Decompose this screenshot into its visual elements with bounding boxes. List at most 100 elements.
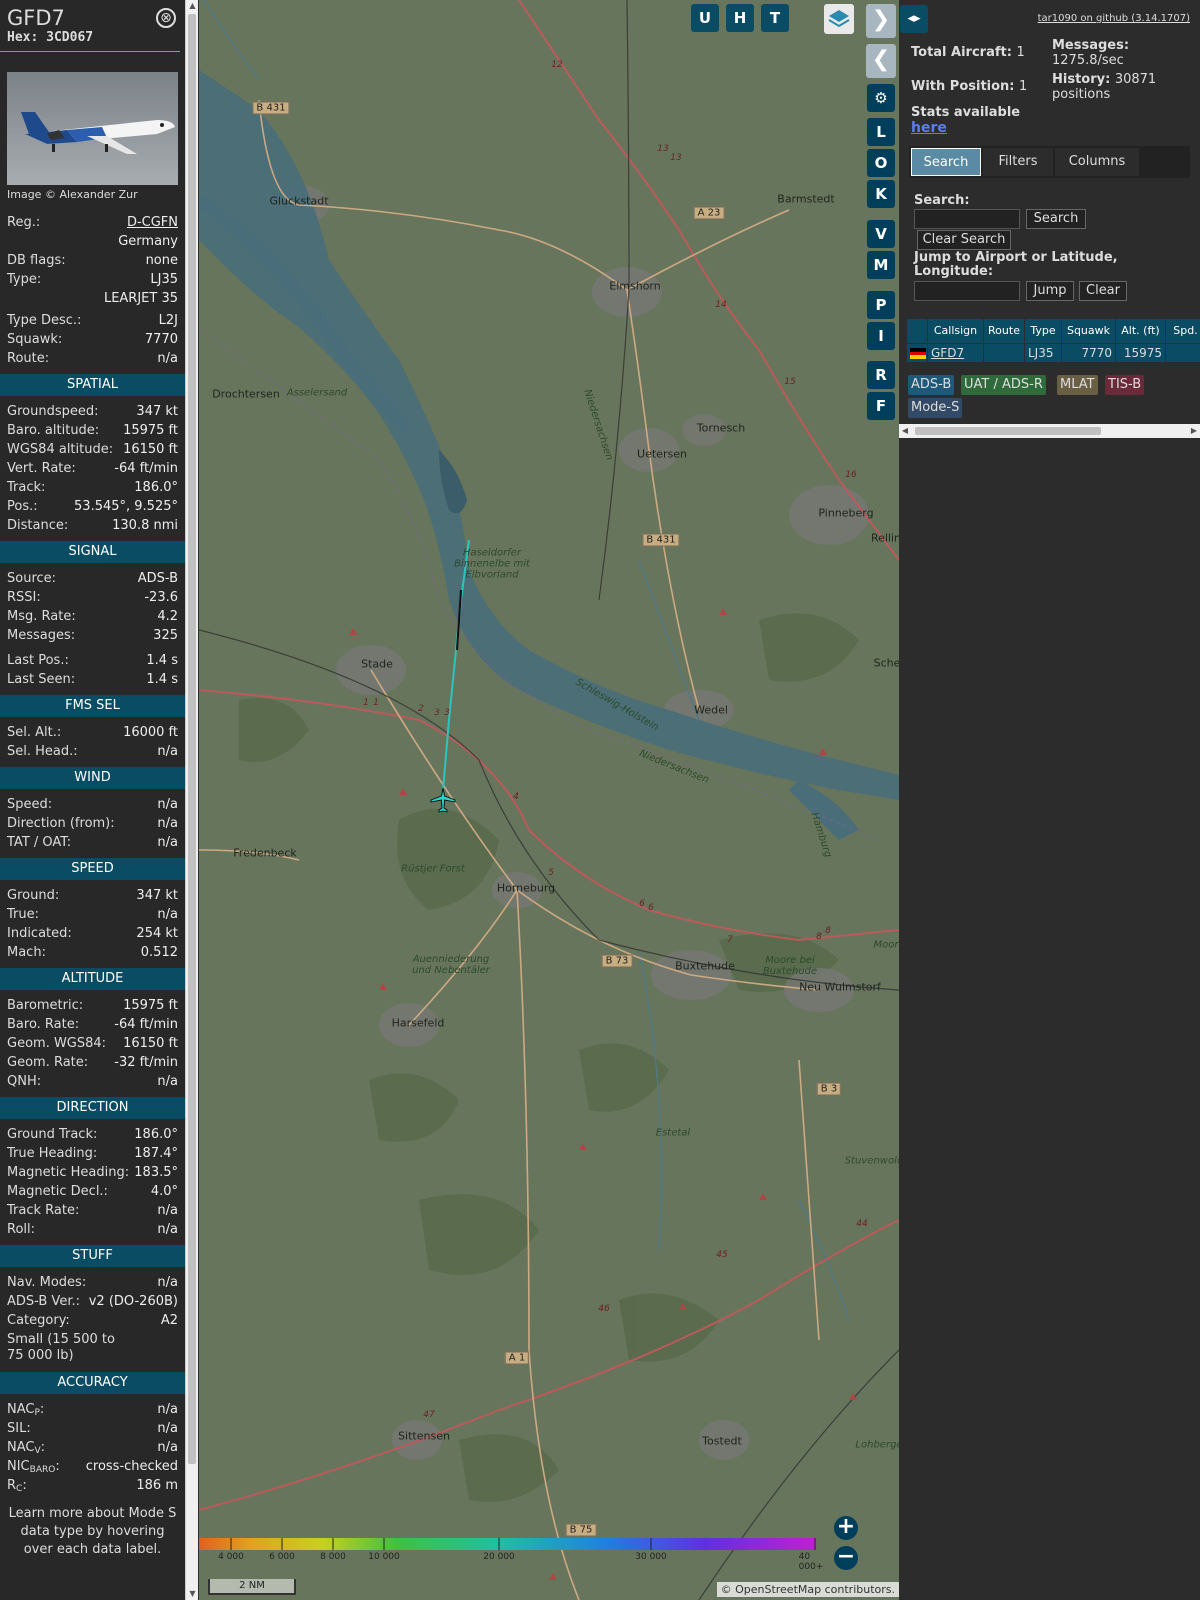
map-button-i[interactable]: I	[867, 322, 895, 350]
table-horizontal-scrollbar[interactable]: ◀ ▶	[899, 424, 1200, 438]
legend-modes[interactable]: Mode-S	[908, 398, 963, 418]
legend-mlat[interactable]: MLAT	[1057, 375, 1098, 395]
registration-link[interactable]: D-CGFN	[127, 213, 178, 232]
tab-bar: Search Filters Columns	[909, 146, 1190, 178]
map-button-u[interactable]: U	[691, 4, 719, 32]
map-button-m[interactable]: M	[867, 251, 895, 279]
scroll-right-icon[interactable]: ▶	[1188, 424, 1200, 438]
spatial-row: WGS84 altitude: 16150 ft	[0, 440, 185, 459]
map-km-marker: 44	[856, 1219, 868, 1229]
map-button-r[interactable]: R	[867, 361, 895, 389]
search-button[interactable]: Search	[1026, 209, 1086, 229]
direction-rows: Ground Track: 186.0° True Heading: 187.4° Ma…	[0, 1125, 185, 1239]
spatial-value: 53.545°, 9.525°	[74, 499, 178, 514]
map-view[interactable]: Gluckstadt Barmstedt Elmshorn Drochtersen As…	[199, 0, 899, 1600]
map-km-marker: 12	[551, 60, 563, 70]
map-button-v[interactable]: V	[867, 220, 895, 248]
legend-adsb[interactable]: ADS-B	[908, 375, 955, 395]
gear-icon: ⚙	[874, 89, 888, 107]
map-button-l[interactable]: L	[867, 118, 895, 146]
nacp-row: NACP: n/a	[0, 1400, 185, 1419]
col-callsign[interactable]: Callsign	[928, 319, 984, 343]
scroll-down-icon[interactable]: ▼	[186, 1588, 199, 1600]
spatial-label: Groundspeed:	[7, 404, 99, 419]
map-km-marker: 4	[513, 792, 519, 802]
layers-button[interactable]	[824, 4, 854, 34]
hscroll-thumb[interactable]	[915, 427, 1101, 435]
map-place-label: Rüstjer Forst	[401, 863, 465, 875]
map-tiles[interactable]	[199, 0, 899, 1600]
map-button-p[interactable]: P	[867, 291, 895, 319]
fms-label: Sel. Alt.:	[7, 725, 62, 740]
spatial-rows: Groundspeed: 347 kt Baro. altitude: 15975 f…	[0, 402, 185, 535]
map-attribution: © OpenStreetMap contributors.	[716, 1582, 899, 1597]
layers-icon	[828, 10, 850, 28]
map-km-marker: 8	[816, 932, 822, 942]
col-type[interactable]: Type	[1025, 319, 1062, 343]
spatial-value: 347 kt	[136, 404, 178, 419]
map-button-h[interactable]: H	[726, 4, 754, 32]
section-spatial: SPATIAL	[0, 374, 185, 396]
scroll-left-icon[interactable]: ◀	[899, 424, 911, 438]
map-place-label: Asselersand	[286, 387, 348, 399]
collapse-left-button[interactable]: ❮	[866, 44, 896, 78]
altitude-scale-label: 40 000+	[798, 1552, 824, 1572]
aircraft-icon[interactable]	[429, 786, 457, 814]
wind-value: n/a	[157, 816, 178, 831]
spatial-label: Track:	[7, 480, 46, 495]
map-road-label: B 3	[816, 1082, 842, 1096]
search-input[interactable]	[914, 209, 1020, 229]
jump-input[interactable]	[914, 281, 1020, 301]
map-button-k[interactable]: K	[867, 180, 895, 208]
wind-label: TAT / OAT:	[7, 835, 72, 850]
navmodes-row: Nav. Modes: n/a	[0, 1273, 185, 1292]
map-button-o[interactable]: O	[867, 149, 895, 177]
tab-search[interactable]: Search	[911, 148, 981, 176]
tab-filters[interactable]: Filters	[983, 148, 1053, 176]
map-place-label: Sche	[873, 656, 899, 670]
legend-uat[interactable]: UAT / ADS-R	[961, 375, 1046, 395]
col-altitude[interactable]: Alt. (ft)	[1116, 319, 1166, 343]
signal-row: Msg. Rate: 4.2	[0, 607, 185, 626]
spatial-label: Vert. Rate:	[7, 461, 76, 476]
stats-link[interactable]: here	[911, 120, 947, 136]
toggle-sidebar-button[interactable]: ◂▸	[900, 5, 928, 33]
spatial-label: Pos.:	[7, 499, 38, 514]
col-speed[interactable]: Spd.	[1166, 319, 1200, 343]
legend-tisb[interactable]: TIS-B	[1105, 375, 1145, 395]
clear-button[interactable]: Clear	[1079, 281, 1127, 301]
col-route[interactable]: Route	[984, 319, 1025, 343]
osm-link[interactable]: OpenStreetMap	[735, 1583, 821, 1596]
zoom-out-button[interactable]: −	[834, 1546, 858, 1570]
expand-right-button[interactable]: ❯	[866, 4, 896, 38]
nicbaro-value: cross-checked	[85, 1459, 178, 1474]
map-km-marker: 6	[639, 899, 645, 909]
direction-value: 183.5°	[134, 1165, 178, 1180]
typedesc-label: Type Desc.:	[7, 313, 82, 328]
altitude-label: Geom. Rate:	[7, 1055, 89, 1070]
jump-button[interactable]: Jump	[1026, 281, 1074, 301]
close-icon[interactable]: ⊗	[156, 8, 176, 28]
map-km-marker: 8	[825, 926, 831, 936]
scrollbar-thumb[interactable]	[188, 14, 196, 1464]
map-place-label: Lohberge	[855, 1439, 899, 1451]
search-label: Search:	[914, 193, 970, 208]
aircraft-photo[interactable]	[7, 72, 178, 185]
stats-label: Stats available	[911, 105, 1021, 120]
speed-row: True: n/a	[0, 905, 185, 924]
settings-button[interactable]: ⚙	[867, 84, 895, 112]
photo-credit: Image © Alexander Zur	[7, 188, 138, 201]
clear-search-button[interactable]: Clear Search	[917, 230, 1011, 250]
zoom-in-button[interactable]: +	[834, 1516, 858, 1540]
tab-columns[interactable]: Columns	[1055, 148, 1139, 176]
col-squawk[interactable]: Squawk	[1062, 319, 1116, 343]
squawk-label: Squawk:	[7, 332, 63, 347]
map-button-f[interactable]: F	[867, 392, 895, 420]
github-link[interactable]: tar1090 on github (3.14.1707)	[1038, 13, 1190, 24]
row-callsign[interactable]: GFD7	[928, 344, 984, 362]
scroll-up-icon[interactable]: ▲	[186, 0, 199, 12]
map-button-t[interactable]: T	[761, 4, 789, 32]
info-panel-scrollbar[interactable]: ▲ ▼	[185, 0, 198, 1600]
section-wind: WIND	[0, 767, 185, 789]
map-km-marker: 5	[548, 868, 554, 878]
